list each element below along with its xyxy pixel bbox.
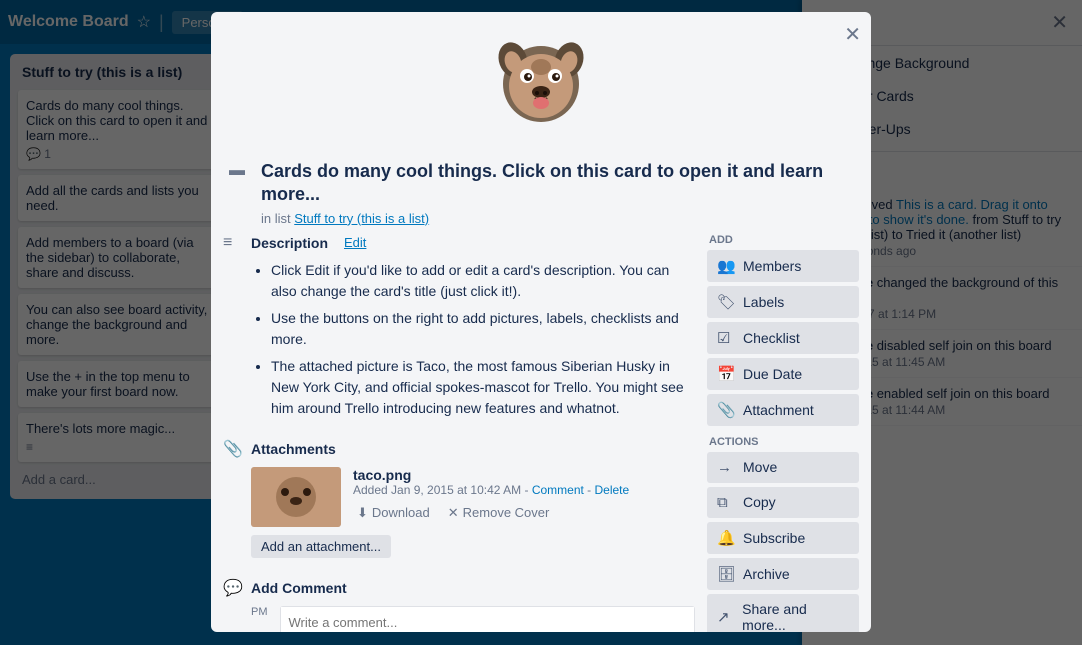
members-button[interactable]: 👥 Members (707, 250, 859, 282)
attachment-image (251, 467, 341, 527)
modal-header: ▬ Cards do many cool things. Click on th… (211, 142, 871, 234)
move-icon: → (717, 459, 735, 476)
description-content: Click Edit if you'd like to add or edit … (223, 260, 695, 419)
comment-section: 💬 Add Comment PM 😊 @ (223, 578, 695, 632)
add-section: Add 👥 Members 🏷 Labels ☑ Checklist (707, 234, 859, 426)
modal-list-link[interactable]: Stuff to try (this is a list) (294, 211, 429, 226)
comment-title: Add Comment (251, 580, 347, 596)
attachment-comment-link[interactable]: Comment (532, 483, 584, 497)
attachment-details: taco.png Added Jan 9, 2015 at 10:42 AM -… (353, 467, 695, 523)
download-icon: ⬇ (357, 505, 368, 521)
comment-textarea[interactable] (281, 607, 695, 632)
download-button[interactable]: ⬇ Download (353, 503, 434, 523)
attachments-section: 📎 Attachments (223, 439, 695, 558)
checklist-icon: ☑ (717, 329, 735, 347)
dog-avatar (491, 32, 591, 132)
dog-avatar-container (211, 12, 871, 142)
attachment-button[interactable]: 📎 Attachment (707, 394, 859, 426)
actions-title: Actions (707, 436, 859, 448)
move-button[interactable]: → Move (707, 452, 859, 483)
description-title: Description (251, 235, 328, 251)
comment-input-area: PM 😊 @ 📎 T (223, 606, 695, 632)
desc-bullet-1: Click Edit if you'd like to add or edit … (271, 260, 695, 302)
due-date-button[interactable]: 📅 Due Date (707, 358, 859, 390)
share-icon: ↗ (717, 608, 734, 626)
copy-icon: ⧉ (717, 494, 735, 511)
attachment-meta: Added Jan 9, 2015 at 10:42 AM - Comment … (353, 483, 695, 497)
desc-bullet-2: Use the buttons on the right to add pict… (271, 308, 695, 350)
add-attachment-button[interactable]: Add an attachment... (251, 535, 391, 558)
comment-box: 😊 @ 📎 T (280, 606, 696, 632)
attachments-title: Attachments (251, 441, 336, 457)
attachment-thumbnail (251, 467, 341, 527)
attachment-actions: ⬇ Download ✕ Remove Cover (353, 503, 695, 523)
modal-main: ≡ Description Edit Click Edit if you'd l… (223, 234, 695, 632)
modal-list-info: in list Stuff to try (this is a list) (261, 211, 853, 226)
archive-button[interactable]: 🗄 Archive (707, 558, 859, 590)
card-modal: ✕ (211, 12, 871, 632)
attachment-icon: 📎 (223, 439, 243, 459)
pm-label: PM (251, 606, 268, 618)
subscribe-button[interactable]: 🔔 Subscribe (707, 522, 859, 554)
modal-close-button[interactable]: ✕ (844, 22, 861, 47)
comment-icon: 💬 (223, 578, 243, 598)
attachment-item: taco.png Added Jan 9, 2015 at 10:42 AM -… (223, 467, 695, 527)
due-date-icon: 📅 (717, 365, 735, 383)
copy-button[interactable]: ⧉ Copy (707, 487, 859, 518)
members-icon: 👥 (717, 257, 735, 275)
board-background: Welcome Board ☆ | Personal Menu Stuff to… (0, 0, 1082, 645)
attachments-header: 📎 Attachments (223, 439, 695, 459)
comment-header: 💬 Add Comment (223, 578, 695, 598)
labels-icon: 🏷 (717, 293, 735, 311)
archive-icon: 🗄 (717, 565, 735, 583)
checklist-button[interactable]: ☑ Checklist (707, 322, 859, 354)
remove-cover-icon: ✕ (448, 505, 459, 521)
comment-avatar-area: PM (251, 606, 268, 618)
attachment-delete-link[interactable]: Delete (595, 483, 630, 497)
labels-button[interactable]: 🏷 Labels (707, 286, 859, 318)
attachment-name: taco.png (353, 467, 695, 483)
subscribe-icon: 🔔 (717, 529, 735, 547)
actions-section: Actions → Move ⧉ Copy 🔔 Subscribe (707, 436, 859, 632)
description-icon: ≡ (223, 234, 243, 252)
share-more-button[interactable]: ↗ Share and more... (707, 594, 859, 632)
add-title: Add (707, 234, 859, 246)
description-section: ≡ Description Edit Click Edit if you'd l… (223, 234, 695, 419)
remove-cover-button[interactable]: ✕ Remove Cover (444, 503, 554, 523)
attachment-btn-icon: 📎 (717, 401, 735, 419)
description-header: ≡ Description Edit (223, 234, 695, 252)
modal-sidebar: Add 👥 Members 🏷 Labels ☑ Checklist (707, 234, 859, 632)
desc-bullet-3: The attached picture is Taco, the most f… (271, 356, 695, 419)
modal-overlay: ✕ (0, 0, 1082, 645)
card-icon: ▬ (229, 162, 245, 180)
modal-body: ≡ Description Edit Click Edit if you'd l… (211, 234, 871, 632)
modal-title[interactable]: Cards do many cool things. Click on this… (261, 160, 853, 207)
description-edit-link[interactable]: Edit (344, 235, 366, 250)
